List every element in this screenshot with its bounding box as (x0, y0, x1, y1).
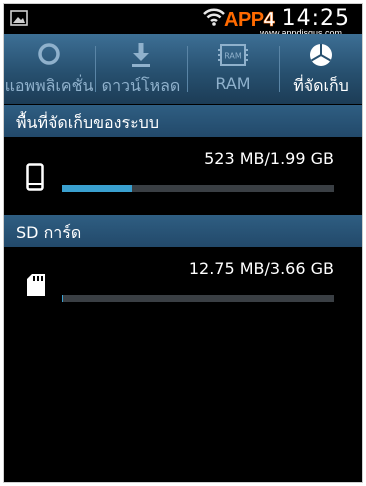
storage-progress-fill (62, 295, 63, 302)
ram-chip-icon: RAM (218, 44, 248, 66)
phone-icon (26, 163, 44, 191)
ram-chip-text: RAM (224, 52, 242, 61)
tab-label: RAM (215, 74, 251, 93)
storage-progress-bar (62, 185, 334, 192)
download-icon (132, 43, 150, 67)
app-frame: APP4 14:25 www.appdisqus.com แอพพลิเคชั่… (3, 3, 363, 483)
tab-label: ที่จัดเก็บ (293, 76, 349, 95)
tab-label: แอพพลิเคชั่น (4, 76, 94, 95)
wifi-icon (203, 8, 225, 26)
sd-card-icon (27, 274, 45, 296)
tab-label: ดาวน์โหลด (101, 76, 181, 95)
storage-row-sd-card[interactable]: 12.75 MB/3.66 GB (4, 247, 362, 325)
gallery-icon (10, 10, 28, 26)
section-header-system-storage: พื้นที่จัดเก็บของระบบ (4, 105, 362, 137)
section-title: พื้นที่จัดเก็บของระบบ (16, 113, 159, 132)
section-header-sd-card: SD การ์ด (4, 215, 362, 247)
storage-usage-text: 523 MB/1.99 GB (204, 149, 334, 168)
tab-bar: แอพพลิเคชั่น ดาวน์โหลด RAM RAM ที่จัดเก็… (4, 34, 362, 132)
tab-storage[interactable]: ที่จัดเก็บ (280, 34, 362, 104)
pie-chart-icon (310, 44, 332, 66)
storage-usage-text: 12.75 MB/3.66 GB (188, 259, 334, 278)
section-title: SD การ์ด (16, 223, 82, 242)
storage-row-system[interactable]: 523 MB/1.99 GB (4, 137, 362, 215)
status-bar: APP4 14:25 www.appdisqus.com (4, 4, 362, 38)
progress-ring-icon (38, 43, 60, 65)
tab-applications[interactable]: แอพพลิเคชั่น (4, 34, 94, 104)
storage-progress-bar (62, 295, 334, 302)
tab-ram[interactable]: RAM RAM (188, 34, 278, 104)
tab-downloads[interactable]: ดาวน์โหลด (96, 34, 186, 104)
storage-progress-fill (62, 185, 132, 192)
